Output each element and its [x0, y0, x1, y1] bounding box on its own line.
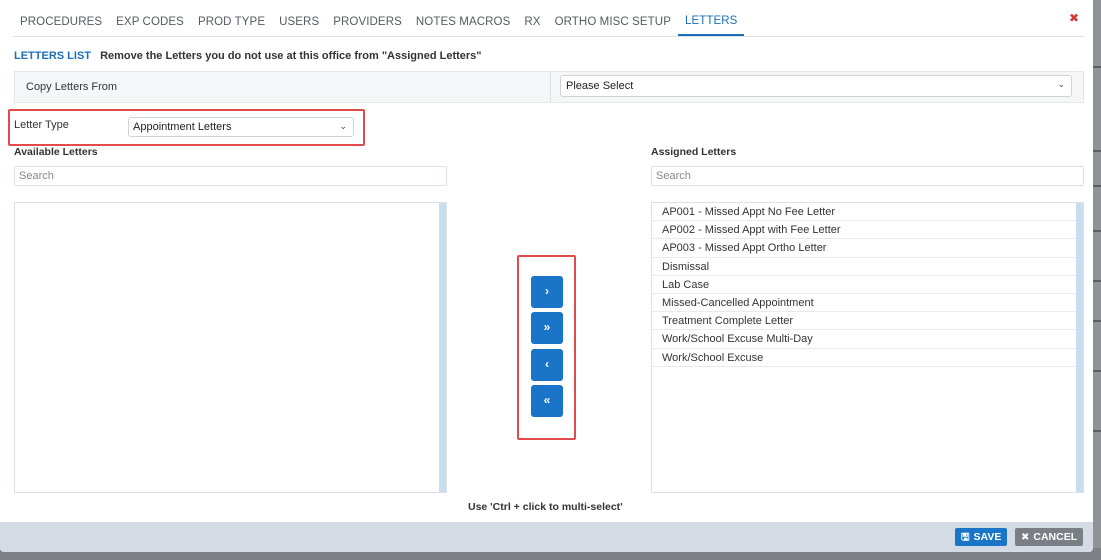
letters-list-description: Remove the Letters you do not use at thi…: [100, 50, 482, 62]
tab-exp-codes[interactable]: EXP CODES: [109, 8, 191, 36]
tab-users[interactable]: USERS: [272, 8, 326, 36]
letters-list-title: LETTERS LIST: [14, 50, 91, 62]
tab-rx[interactable]: RX: [517, 8, 547, 36]
divider: [550, 72, 551, 102]
multi-select-hint: Use 'Ctrl + click to multi-select': [468, 501, 623, 513]
tab-providers[interactable]: PROVIDERS: [326, 8, 409, 36]
assigned-letters-list[interactable]: AP001 - Missed Appt No Fee Letter AP002 …: [651, 202, 1084, 493]
copy-letters-from-select[interactable]: Please Select ⌄: [560, 75, 1072, 97]
chevron-down-icon: ⌄: [1057, 79, 1065, 89]
modal-footer: 🖫 SAVE ✖ CANCEL: [0, 522, 1093, 552]
list-item[interactable]: AP002 - Missed Appt with Fee Letter: [652, 221, 1076, 240]
letters-list-heading: LETTERS LIST Remove the Letters you do n…: [14, 50, 482, 62]
background-page-edge: [1093, 0, 1101, 560]
copy-letters-from-value: Please Select: [566, 80, 634, 92]
setup-tabs: PROCEDURES EXP CODES PROD TYPE USERS PRO…: [13, 8, 1085, 37]
letter-type-value: Appointment Letters: [133, 121, 232, 133]
list-item[interactable]: Work/School Excuse Multi-Day: [652, 330, 1076, 349]
list-item[interactable]: Work/School Excuse: [652, 349, 1076, 367]
assigned-search-placeholder: Search: [656, 170, 691, 182]
save-button[interactable]: 🖫 SAVE: [955, 528, 1008, 546]
move-left-button[interactable]: ‹: [531, 349, 563, 381]
letters-setup-modal: PROCEDURES EXP CODES PROD TYPE USERS PRO…: [0, 0, 1093, 552]
list-item[interactable]: Dismissal: [652, 258, 1076, 276]
chevron-down-icon: ⌄: [339, 121, 347, 131]
list-item[interactable]: Lab Case: [652, 276, 1076, 294]
tab-prod-type[interactable]: PROD TYPE: [191, 8, 272, 36]
letter-type-select[interactable]: Appointment Letters ⌄: [128, 117, 354, 137]
tab-notes-macros[interactable]: NOTES MACROS: [409, 8, 518, 36]
cancel-label: CANCEL: [1033, 531, 1078, 543]
list-item[interactable]: AP003 - Missed Appt Ortho Letter: [652, 239, 1076, 258]
tab-letters[interactable]: LETTERS: [677, 8, 745, 36]
list-item[interactable]: Treatment Complete Letter: [652, 312, 1076, 331]
list-item[interactable]: Missed-Cancelled Appointment: [652, 294, 1076, 313]
list-item[interactable]: AP001 - Missed Appt No Fee Letter: [652, 203, 1076, 222]
letter-type-label: Letter Type: [14, 119, 69, 131]
available-search-input[interactable]: Search: [14, 166, 447, 186]
assigned-list-scrollbar[interactable]: [1076, 203, 1083, 492]
move-all-right-button[interactable]: »: [531, 312, 563, 344]
assigned-search-input[interactable]: Search: [651, 166, 1084, 186]
copy-letters-label: Copy Letters From: [26, 81, 118, 93]
close-icon: ✖: [1021, 532, 1030, 543]
copy-letters-row: Copy Letters From Please Select ⌄: [14, 71, 1084, 103]
available-letters-label: Available Letters: [14, 146, 98, 158]
move-right-button[interactable]: ›: [531, 276, 563, 308]
close-icon[interactable]: ✖: [1069, 11, 1079, 25]
tab-ortho-misc-setup[interactable]: ORTHO MISC SETUP: [548, 8, 678, 36]
available-letters-list[interactable]: [14, 202, 447, 493]
cancel-button[interactable]: ✖ CANCEL: [1015, 528, 1084, 546]
available-search-placeholder: Search: [19, 170, 54, 182]
available-list-scrollbar[interactable]: [439, 203, 446, 492]
save-label: SAVE: [973, 531, 1002, 543]
save-icon: 🖫: [961, 532, 970, 543]
move-all-left-button[interactable]: «: [531, 385, 563, 417]
tab-procedures[interactable]: PROCEDURES: [13, 8, 109, 36]
assigned-letters-label: Assigned Letters: [651, 146, 737, 158]
